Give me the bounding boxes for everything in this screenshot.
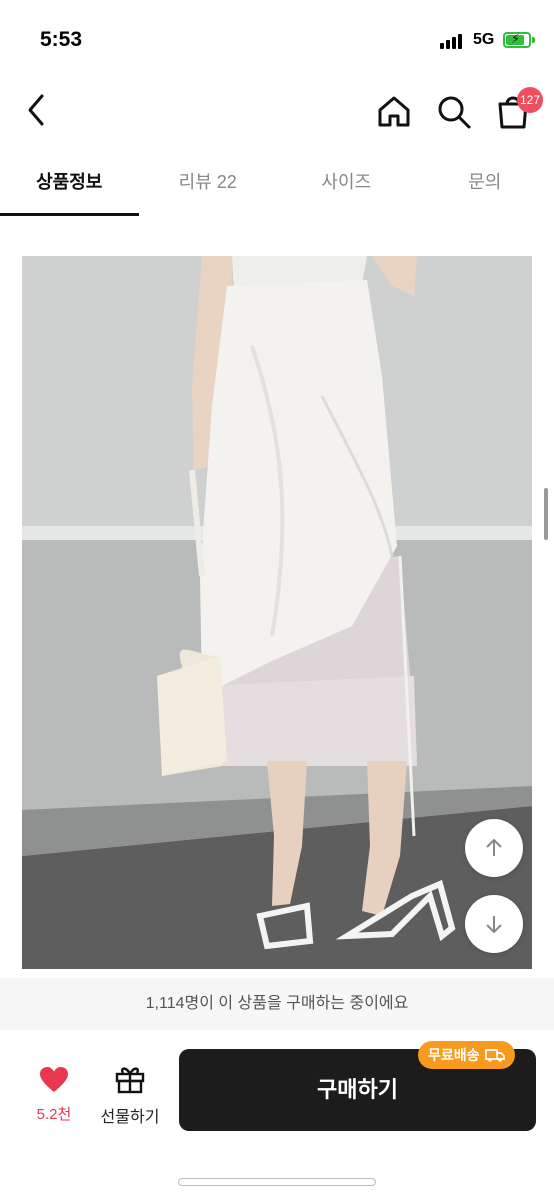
back-icon: [28, 94, 44, 126]
arrow-up-icon: [486, 838, 502, 856]
home-icon: [378, 96, 410, 127]
heart-icon: [40, 1067, 68, 1092]
product-tabs: 상품정보 리뷰 22 사이즈 문의: [0, 160, 554, 216]
search-button[interactable]: [434, 92, 474, 132]
top-header: [0, 80, 554, 140]
home-button[interactable]: [374, 92, 414, 132]
truck-icon: [484, 1049, 505, 1062]
page-scrollbar[interactable]: [544, 488, 548, 540]
like-count: 5.2천: [36, 1106, 72, 1123]
gift-icon: [115, 1067, 145, 1094]
back-button[interactable]: [18, 90, 58, 130]
like-button[interactable]: 5.2천: [26, 1066, 82, 1124]
battery-icon: ⚡: [503, 31, 531, 48]
product-photo: [22, 256, 532, 969]
status-bar: 5:53 5G ⚡: [0, 0, 554, 80]
battery-tip: [532, 37, 535, 43]
free-shipping-badge: 무료배송: [418, 1041, 515, 1069]
tab-size[interactable]: 사이즈: [277, 160, 416, 216]
search-icon: [438, 96, 471, 129]
status-time: 5:53: [40, 28, 83, 51]
home-indicator: [178, 1178, 376, 1186]
purchase-activity-notice: 1,114명이 이 상품을 구매하는 중이에요: [0, 978, 554, 1030]
gift-label: 선물하기: [100, 1109, 160, 1126]
network-label: 5G: [473, 31, 495, 48]
tab-inquiry[interactable]: 문의: [416, 160, 554, 216]
gift-button[interactable]: 선물하기: [96, 1064, 164, 1127]
tab-product-info[interactable]: 상품정보: [0, 160, 139, 216]
cart-count-badge: 127: [517, 87, 543, 113]
scroll-up-button[interactable]: [465, 819, 523, 877]
arrow-down-icon: [486, 916, 502, 934]
scroll-down-button[interactable]: [465, 895, 523, 953]
signal-icon: [440, 33, 466, 49]
tab-reviews[interactable]: 리뷰 22: [139, 160, 278, 216]
free-shipping-label: 무료배송: [428, 1047, 480, 1063]
